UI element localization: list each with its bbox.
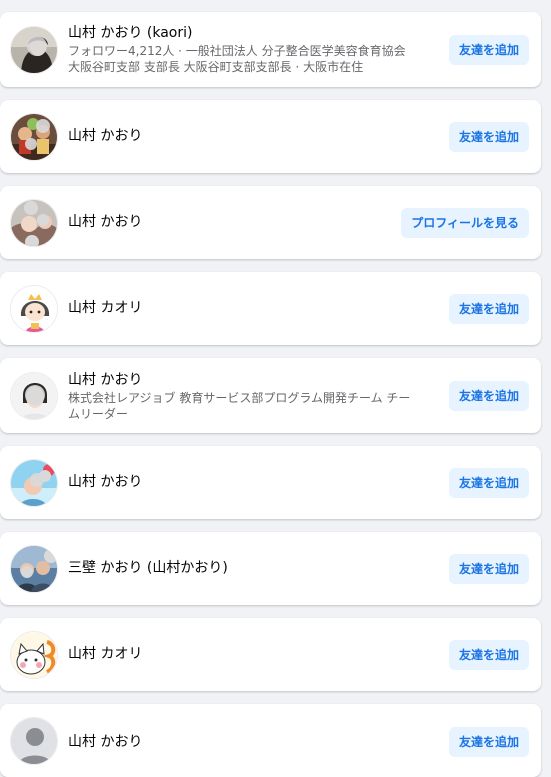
profile-photo-group-icon[interactable] [10, 112, 58, 161]
list-item[interactable]: 山村 かおり 友達を追加 [0, 100, 541, 173]
list-item[interactable]: 山村 かおり (kaori) フォロワー4,212人 · 一般社団法人 分子整合… [0, 12, 541, 87]
result-info: 三壁 かおり (山村かおり) [68, 559, 421, 577]
profile-photo-outdoor-icon[interactable] [10, 458, 58, 507]
list-item[interactable]: 山村 かおり 友達を追加 [0, 446, 541, 519]
default-avatar-icon[interactable] [10, 716, 58, 765]
list-item[interactable]: 山村 かおり 友達を追加 [0, 704, 541, 777]
add-friend-button[interactable]: 友達を追加 [448, 294, 529, 324]
result-subtitle: 株式会社レアジョブ 教育サービス部プログラム開発チーム チームリーダー [68, 391, 411, 421]
add-friend-button[interactable]: 友達を追加 [448, 727, 529, 757]
add-friend-button[interactable]: 友達を追加 [448, 640, 529, 670]
result-name[interactable]: 山村 かおり [68, 371, 421, 389]
result-name[interactable]: 山村 かおり [68, 213, 421, 231]
profile-illustration-cat-icon[interactable] [10, 630, 58, 679]
result-name[interactable]: 山村 カオリ [68, 645, 421, 663]
add-friend-button[interactable]: 友達を追加 [448, 122, 529, 152]
result-info: 山村 カオリ [68, 299, 421, 317]
profile-illustration-princess-icon[interactable] [10, 284, 58, 333]
list-item[interactable]: 三壁 かおり (山村かおり) 友達を追加 [0, 532, 541, 605]
result-info: 山村 かおり [68, 127, 421, 145]
view-profile-button[interactable]: プロフィールを見る [401, 208, 529, 238]
result-info: 山村 かおり [68, 213, 421, 231]
result-info: 山村 カオリ [68, 645, 421, 663]
result-name[interactable]: 山村 かおり [68, 473, 421, 491]
result-name[interactable]: 三壁 かおり (山村かおり) [68, 559, 421, 577]
list-item[interactable]: 山村 かおり 株式会社レアジョブ 教育サービス部プログラム開発チーム チームリー… [0, 358, 541, 433]
list-item[interactable]: 山村 かおり プロフィールを見る [0, 186, 541, 259]
result-name[interactable]: 山村 カオリ [68, 299, 421, 317]
profile-photo-family-icon[interactable] [10, 544, 58, 593]
profile-photo-portrait-icon[interactable] [10, 371, 58, 420]
list-item[interactable]: 山村 カオリ 友達を追加 [0, 272, 541, 345]
result-name[interactable]: 山村 かおり (kaori) [68, 24, 421, 42]
result-name[interactable]: 山村 かおり [68, 127, 421, 145]
add-friend-button[interactable]: 友達を追加 [448, 554, 529, 584]
result-name[interactable]: 山村 かおり [68, 733, 421, 751]
result-info: 山村 かおり [68, 733, 421, 751]
list-item[interactable]: 山村 カオリ 友達を追加 [0, 618, 541, 691]
add-friend-button[interactable]: 友達を追加 [448, 35, 529, 65]
result-info: 山村 かおり (kaori) フォロワー4,212人 · 一般社団法人 分子整合… [68, 24, 421, 75]
profile-photo-woman-icon[interactable] [10, 25, 58, 74]
add-friend-button[interactable]: 友達を追加 [448, 468, 529, 498]
profile-photo-child-icon[interactable] [10, 198, 58, 247]
result-info: 山村 かおり 株式会社レアジョブ 教育サービス部プログラム開発チーム チームリー… [68, 371, 421, 422]
result-info: 山村 かおり [68, 473, 421, 491]
add-friend-button[interactable]: 友達を追加 [448, 381, 529, 411]
result-subtitle: フォロワー4,212人 · 一般社団法人 分子整合医学美容食育協会 大阪谷町支部… [68, 44, 406, 74]
